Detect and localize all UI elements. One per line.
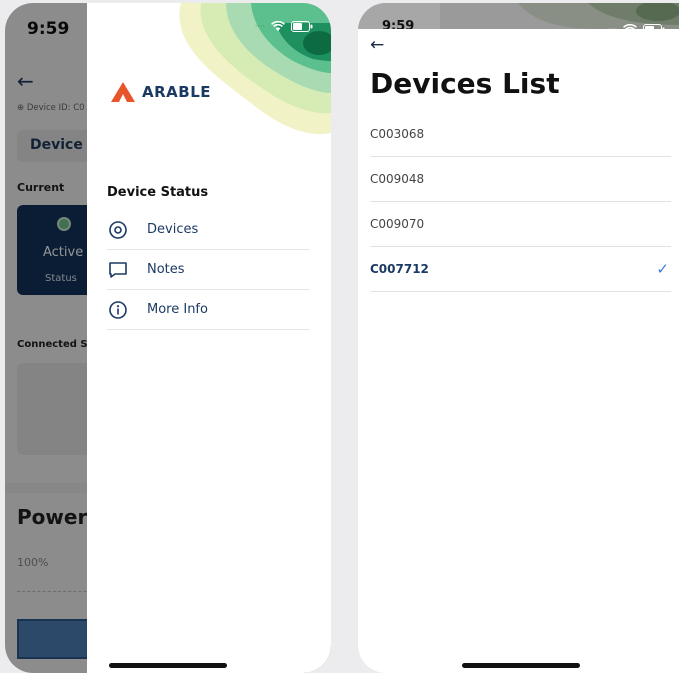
side-drawer: ···· ARABLE Device Status Devices Notes … [87,3,331,673]
battery-icon [643,20,665,29]
wifi-icon [271,17,285,36]
drawer-section-title: Device Status [107,185,209,200]
menu-item-devices[interactable]: Devices [107,210,310,250]
device-id: C007712 [370,262,429,276]
home-indicator[interactable] [109,663,227,668]
battery-icon [291,17,313,36]
list-item-selected[interactable]: C007712 ✓ [370,247,671,292]
checkmark-icon: ✓ [656,260,669,278]
list-item[interactable]: C009070 [370,202,671,247]
signal-icon: ···· [254,22,265,31]
list-item[interactable]: C009048 [370,157,671,202]
list-item[interactable]: C003068 [370,112,671,157]
page-title: Devices List [370,67,560,100]
status-time: 9:59 [382,19,415,29]
menu-item-label: Devices [147,222,199,237]
radio-target-icon [107,219,129,241]
device-id: C009048 [370,172,425,186]
status-bar: 9:59 ···· [358,3,679,29]
status-icons: ···· [607,20,665,29]
brand-logo: ARABLE [110,81,211,103]
home-indicator[interactable] [462,663,580,668]
arable-logo-icon [111,82,135,102]
signal-icon: ···· [607,25,617,29]
device-id: C009070 [370,217,425,231]
chat-bubble-icon [107,259,129,281]
menu-item-notes[interactable]: Notes [107,250,310,290]
menu-item-label: Notes [147,262,185,277]
brand-name: ARABLE [142,83,212,101]
back-arrow-icon[interactable]: ← [370,35,384,55]
right-phone-screen: 9:59 ···· ← Devices List C003068 C009048… [358,3,679,673]
left-phone-screen: 9:59 ← ⊕ Device ID: C0 Device S Current … [5,3,331,673]
status-icons: ···· [255,17,313,36]
wifi-icon [623,20,637,29]
menu-item-more-info[interactable]: More Info [107,290,310,330]
menu-item-label: More Info [147,302,208,317]
devices-list: C003068 C009048 C009070 C007712 ✓ [370,112,671,292]
info-icon [107,299,129,321]
device-id: C003068 [370,127,425,141]
drawer-menu: Devices Notes More Info [107,210,310,330]
